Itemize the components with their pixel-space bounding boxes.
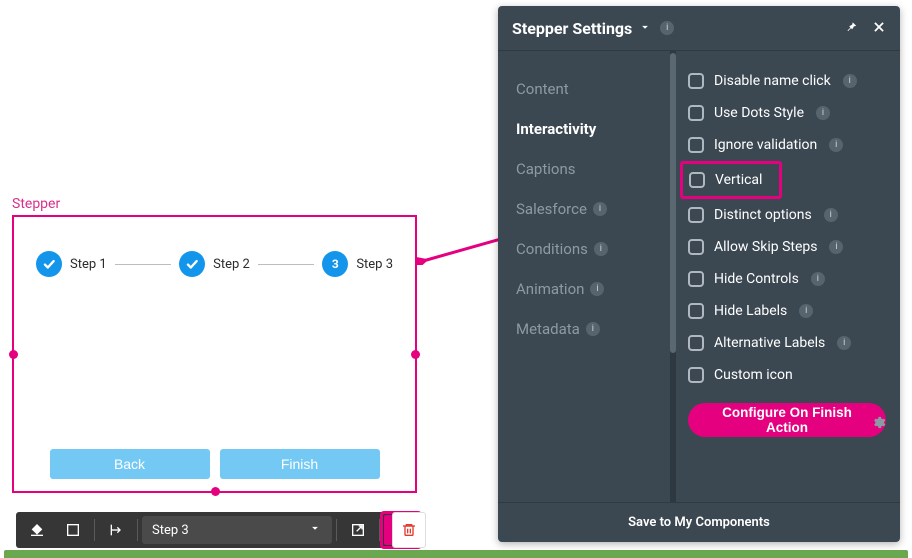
panel-header: Stepper Settings i <box>498 6 900 50</box>
tab-content[interactable]: Content <box>516 69 668 109</box>
close-icon[interactable] <box>872 19 886 38</box>
tab-conditions[interactable]: Conditionsi <box>516 229 668 269</box>
check-icon <box>36 251 62 277</box>
chevron-down-icon <box>308 521 322 539</box>
resize-handle[interactable] <box>211 487 220 496</box>
settings-panel: Stepper Settings i Content Interactivity… <box>498 6 900 542</box>
configure-on-finish-button[interactable]: Configure On Finish Action <box>688 403 886 437</box>
opt-vertical[interactable]: Vertical <box>680 161 782 199</box>
stepper-steps: Step 1 Step 2 3 Step 3 <box>14 217 415 277</box>
options-list: Disable name clicki Use Dots Stylei Igno… <box>676 51 900 502</box>
opt-custom-icon[interactable]: Custom icon <box>688 359 886 391</box>
opt-hide-labels[interactable]: Hide Labelsi <box>688 295 886 327</box>
info-icon: i <box>590 282 604 296</box>
pin-icon[interactable] <box>844 19 858 38</box>
status-bar <box>4 550 908 558</box>
info-icon: i <box>594 242 608 256</box>
opt-distinct-options[interactable]: Distinct optionsi <box>688 199 886 231</box>
finish-button[interactable]: Finish <box>220 449 380 479</box>
delete-button[interactable] <box>392 512 426 548</box>
tab-salesforce[interactable]: Salesforcei <box>516 189 668 229</box>
back-button[interactable]: Back <box>50 449 210 479</box>
step-number-icon: 3 <box>322 251 348 277</box>
checkbox[interactable] <box>688 207 704 223</box>
step-1[interactable]: Step 1 <box>36 251 107 277</box>
step-3[interactable]: 3 Step 3 <box>322 251 393 277</box>
opt-allow-skip-steps[interactable]: Allow Skip Stepsi <box>688 231 886 263</box>
info-icon[interactable]: i <box>824 208 838 222</box>
checkbox[interactable] <box>688 303 704 319</box>
info-icon[interactable]: i <box>816 106 830 120</box>
checkbox[interactable] <box>688 271 704 287</box>
info-icon[interactable]: i <box>799 304 813 318</box>
opt-hide-controls[interactable]: Hide Controlsi <box>688 263 886 295</box>
step-selector[interactable]: Step 3 <box>142 516 332 544</box>
stepper-controls: Back Finish <box>14 449 415 479</box>
gear-icon[interactable] <box>871 415 886 434</box>
info-icon: i <box>586 322 600 336</box>
checkbox[interactable] <box>688 73 704 89</box>
info-icon[interactable]: i <box>829 240 843 254</box>
step-connector <box>115 264 171 265</box>
align-left-icon[interactable] <box>99 515 133 545</box>
stepper-component[interactable]: Step 1 Step 2 3 Step 3 Back Finish <box>12 215 417 493</box>
checkbox[interactable] <box>689 172 705 188</box>
tab-captions[interactable]: Captions <box>516 149 668 189</box>
info-icon[interactable]: i <box>829 138 843 152</box>
checkbox[interactable] <box>688 367 704 383</box>
resize-handle[interactable] <box>9 350 18 359</box>
chevron-down-icon[interactable] <box>638 19 652 38</box>
save-to-my-components[interactable]: Save to My Components <box>498 502 900 542</box>
separator <box>336 519 337 541</box>
separator <box>94 519 95 541</box>
component-toolbar: Step 3 <box>16 512 422 548</box>
step-2[interactable]: Step 2 <box>179 251 250 277</box>
tab-animation[interactable]: Animationi <box>516 269 668 309</box>
info-icon[interactable]: i <box>811 272 825 286</box>
opt-ignore-validation[interactable]: Ignore validationi <box>688 129 886 161</box>
checkbox[interactable] <box>688 105 704 121</box>
step-label: Step 3 <box>356 257 393 272</box>
open-external-icon[interactable] <box>341 515 375 545</box>
fill-icon[interactable] <box>20 515 54 545</box>
resize-handle[interactable] <box>411 350 420 359</box>
separator <box>137 519 138 541</box>
check-icon <box>179 251 205 277</box>
info-icon: i <box>593 202 607 216</box>
border-icon[interactable] <box>56 515 90 545</box>
step-connector <box>258 264 314 265</box>
info-icon[interactable]: i <box>843 74 857 88</box>
step-selector-value: Step 3 <box>152 523 189 538</box>
info-icon[interactable]: i <box>660 21 674 35</box>
canvas-component-label: Stepper <box>12 196 60 212</box>
step-label: Step 2 <box>213 257 250 272</box>
checkbox[interactable] <box>688 335 704 351</box>
tab-interactivity[interactable]: Interactivity <box>516 109 668 149</box>
checkbox[interactable] <box>688 137 704 153</box>
info-icon[interactable]: i <box>837 336 851 350</box>
tab-metadata[interactable]: Metadatai <box>516 309 668 349</box>
settings-tabs: Content Interactivity Captions Salesforc… <box>498 51 668 502</box>
checkbox[interactable] <box>688 239 704 255</box>
panel-title: Stepper Settings <box>512 19 632 38</box>
opt-disable-name-click[interactable]: Disable name clicki <box>688 65 886 97</box>
opt-use-dots-style[interactable]: Use Dots Stylei <box>688 97 886 129</box>
opt-alternative-labels[interactable]: Alternative Labelsi <box>688 327 886 359</box>
step-label: Step 1 <box>70 257 107 272</box>
